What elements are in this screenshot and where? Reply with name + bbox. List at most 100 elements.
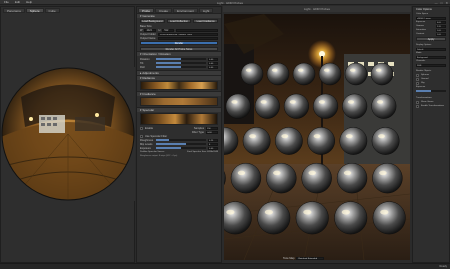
menu-edit[interactable]: Edit [15,0,20,4]
tilt-slider[interactable] [156,62,206,64]
spheres-checkbox[interactable] [416,73,419,77]
tone-map-select[interactable]: Reinhard Extended [296,257,325,260]
ground-checkbox[interactable] [416,77,419,81]
show-gizmo-checkbox[interactable] [416,100,419,104]
transformations-label: Transformations [416,97,432,99]
size-preset-select[interactable] [176,28,218,32]
color-space-select[interactable]: sRGB / Linear [416,16,446,20]
tab-create[interactable]: Create [155,8,173,13]
exposure-slider[interactable] [156,147,206,149]
chrome-sphere [372,162,403,194]
roughness-value[interactable]: 0.25 [208,138,218,142]
chrome-sphere [240,62,264,86]
irradiance-thumbnail[interactable] [140,97,218,106]
height-field[interactable]: 512 [162,28,175,32]
chrome-sphere [274,127,303,155]
menu-file[interactable]: File [4,0,9,4]
tilt-value[interactable]: 0.00 [208,61,218,65]
output-name-field[interactable] [158,36,218,40]
sphere-highlight [273,170,281,176]
sphere-highlight [347,100,355,104]
sphere-highlight [237,170,246,176]
minimize-button[interactable]: — [435,1,438,5]
gamma-value[interactable]: 2.20 [436,24,446,28]
sphere-highlight [345,134,353,139]
samples-field[interactable]: 256 [206,126,218,130]
maximize-button[interactable]: □ [441,1,443,5]
height-label: H [158,28,161,32]
menu-help[interactable]: Help [26,0,32,4]
tab-panorama[interactable]: Panorama [3,8,25,13]
tab-environment[interactable]: Environment [173,8,198,13]
mirror-ball-preview[interactable] [1,67,135,201]
close-button[interactable]: ✕ [445,1,448,5]
rotation-value[interactable]: 0.00 [208,57,218,61]
chrome-sphere [225,93,251,119]
section-radiance-title: Radiance [142,76,156,80]
specular-enable-checkbox[interactable] [140,126,143,130]
chrome-sphere [371,127,400,155]
roll-value[interactable]: 0.00 [208,65,218,69]
exposure-value[interactable]: 0.00 [208,146,218,150]
output-name-label: Output Name [140,36,156,40]
sphere-highlight [318,100,325,104]
tab-probe[interactable]: Probe [138,8,155,13]
color-exposure-value[interactable]: 0.00 [436,20,446,24]
sphere-highlight [378,134,385,139]
filter-type-select[interactable]: GGX [206,130,218,134]
width-field[interactable]: 1024 [144,28,157,32]
tab-sphere[interactable]: Sphere [25,8,44,13]
roll-slider[interactable] [156,66,206,68]
channels-select[interactable]: RGB [416,63,446,67]
show-gizmo-label: Show Gizmo [421,101,434,103]
status-text: Ready [439,265,448,268]
roughness-slider[interactable] [156,139,206,141]
apply-button[interactable]: Apply [416,36,446,41]
output-folder-field[interactable]: /Users/probes/hdr_outdoor_night [158,32,218,36]
section-radiance-header[interactable]: ▾ Radiance [137,75,221,80]
settings-tabs: Probe Create Environment Light [137,7,221,13]
section-irradiance-header[interactable]: ▾ Irradiance [137,91,221,96]
right-exposure-label: Exposure [416,86,426,88]
chrome-sphere [266,62,290,86]
viewport-render[interactable] [224,14,410,260]
load-irradiance-button[interactable]: Load Irradiance [193,19,219,23]
display-options-select[interactable]: Default [416,47,446,51]
specular-thumbnail[interactable] [140,113,218,125]
roughness-label: Roughness [140,138,154,142]
viewport[interactable]: Light · HDR Probes Tone Map Reinhard Ext… [223,6,411,263]
use-specular-checkbox[interactable] [140,134,143,138]
contrast-value[interactable]: 1.00 [436,32,446,36]
chrome-sphere [254,93,280,119]
mode-select[interactable]: Background [416,55,446,59]
right-exposure-slider[interactable] [416,90,446,92]
enable-transform-checkbox[interactable] [416,104,419,108]
saturation-value[interactable]: 1.00 [436,28,446,32]
section-irradiance-title: Irradiance [142,92,156,96]
tab-cube[interactable]: Cube [44,8,60,13]
section-specular-header[interactable]: ▾ Specular [137,107,221,112]
radiance-thumbnail[interactable] [140,81,218,90]
load-reflection-button[interactable]: Load Reflection [166,19,192,23]
render-button[interactable]: Render [140,41,218,45]
sphere-highlight [249,134,256,139]
render-objects-label: Render Objects [416,70,432,72]
mip-levels-value[interactable]: 8 [208,142,218,146]
tone-map-label: Tone Map [283,257,295,260]
chrome-sphere [372,201,406,235]
render-all-button[interactable]: Render All Probe Sizes [140,46,218,51]
load-background-button[interactable]: Load Background [140,19,165,23]
output-name-row: Output Name [137,36,221,40]
mip-levels-slider[interactable] [156,143,206,145]
contrast-label: Contrast [416,33,425,35]
color-options-panel: Color Options Color Space sRGB / Linear … [412,6,450,263]
tab-light[interactable]: Light [198,8,214,13]
sky-checkbox[interactable] [416,81,419,85]
sphere-highlight [313,134,321,139]
tilt-label: Tilt [140,61,144,65]
rotation-slider[interactable] [156,58,206,60]
chrome-sphere [242,127,271,155]
prefilter-source-label: Prefilter Specular Source [140,151,165,153]
sphere-highlight [245,68,252,72]
sphere-highlight [281,134,289,139]
